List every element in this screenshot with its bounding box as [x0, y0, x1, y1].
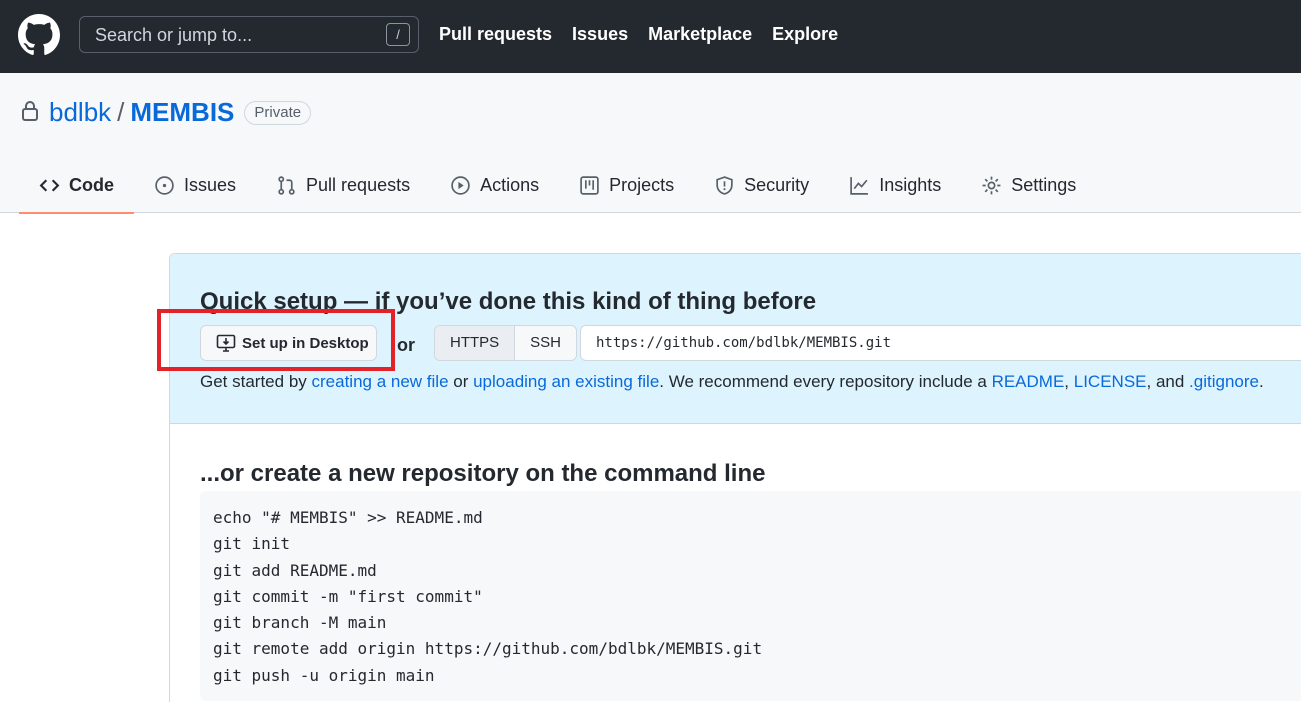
- clone-protocol-toggle: HTTPS SSH: [434, 325, 578, 361]
- tab-label: Pull requests: [306, 174, 411, 195]
- issue-icon: [155, 175, 174, 195]
- tab-actions[interactable]: Actions: [430, 157, 559, 213]
- code-line: git remote add origin https://github.com…: [213, 639, 763, 659]
- search-placeholder: Search or jump to...: [95, 25, 253, 45]
- code-line: echo "# MEMBIS" >> README.md: [213, 508, 483, 527]
- text-segment: . We recommend every repository include …: [659, 372, 992, 391]
- nav-issues[interactable]: Issues: [572, 24, 628, 45]
- tab-label: Actions: [480, 174, 540, 195]
- tab-label: Settings: [1011, 174, 1077, 195]
- tab-issues[interactable]: Issues: [134, 157, 256, 213]
- nav-marketplace[interactable]: Marketplace: [648, 24, 752, 45]
- tab-label: Code: [69, 174, 114, 195]
- tab-pull-requests[interactable]: Pull requests: [256, 157, 430, 213]
- tab-insights[interactable]: Insights: [829, 157, 961, 213]
- repo-tabs: Code Issues Pull requests Actions Projec…: [19, 157, 1096, 214]
- repo-owner-link[interactable]: bdlbk: [49, 97, 111, 128]
- repo-header: bdlbk / MEMBIS Private Code Issues Pull …: [0, 73, 1301, 214]
- lock-icon: [22, 101, 38, 121]
- nav-explore[interactable]: Explore: [772, 24, 838, 45]
- gitignore-link[interactable]: .gitignore: [1189, 372, 1259, 391]
- code-line: git init: [213, 534, 291, 554]
- tab-code[interactable]: Code: [19, 157, 134, 214]
- project-icon: [580, 175, 599, 195]
- tab-label: Projects: [609, 174, 675, 195]
- tab-settings[interactable]: Settings: [961, 157, 1096, 213]
- upload-file-link[interactable]: uploading an existing file: [473, 372, 659, 391]
- search-shortcut-key: /: [386, 23, 410, 46]
- license-link[interactable]: LICENSE: [1074, 372, 1147, 391]
- https-button[interactable]: HTTPS: [435, 326, 516, 360]
- text-segment: .: [1258, 372, 1264, 391]
- graph-icon: [850, 176, 869, 195]
- text-segment: Get started by: [200, 372, 312, 391]
- shield-icon: [716, 175, 733, 195]
- code-line: git branch -M main: [213, 613, 387, 633]
- visibility-badge: Private: [244, 100, 312, 125]
- code-line: git commit -m "first commit": [213, 586, 483, 606]
- global-nav: Pull requests Issues Marketplace Explore: [439, 24, 838, 45]
- tab-label: Issues: [184, 174, 237, 195]
- highlight-annotation-box: [157, 309, 395, 371]
- global-header: Search or jump to... / Pull requests Iss…: [0, 0, 1301, 73]
- search-input[interactable]: Search or jump to... /: [79, 16, 419, 53]
- repo-separator: /: [117, 97, 125, 127]
- github-logo-icon[interactable]: [18, 14, 60, 56]
- tab-label: Insights: [879, 174, 942, 195]
- command-line-code-block[interactable]: echo "# MEMBIS" >> README.md git init gi…: [200, 491, 1301, 701]
- code-line: git push -u origin main: [213, 665, 435, 685]
- code-icon: [39, 179, 60, 191]
- get-started-text: Get started by creating a new file or up…: [200, 372, 1264, 392]
- readme-link[interactable]: README: [992, 372, 1065, 391]
- command-line-title: ...or create a new repository on the com…: [200, 460, 766, 487]
- repo-name-link[interactable]: MEMBIS: [130, 97, 234, 128]
- tab-security[interactable]: Security: [694, 157, 829, 213]
- create-new-file-link[interactable]: creating a new file: [312, 372, 449, 391]
- tab-projects[interactable]: Projects: [559, 157, 694, 213]
- play-icon: [451, 175, 470, 195]
- code-line: git add README.md: [213, 560, 377, 580]
- text-segment: ,: [1064, 372, 1074, 391]
- gear-icon: [982, 176, 1001, 194]
- ssh-button[interactable]: SSH: [515, 326, 577, 360]
- pull-request-icon: [278, 175, 295, 195]
- or-label: or: [397, 335, 415, 355]
- clone-url-field[interactable]: https://github.com/bdlbk/MEMBIS.git: [580, 325, 1301, 361]
- text-segment: or: [448, 372, 474, 391]
- nav-pull-requests[interactable]: Pull requests: [439, 24, 552, 45]
- repo-title: bdlbk / MEMBIS Private: [49, 97, 312, 128]
- tab-label: Security: [744, 174, 810, 195]
- text-segment: , and: [1146, 372, 1190, 391]
